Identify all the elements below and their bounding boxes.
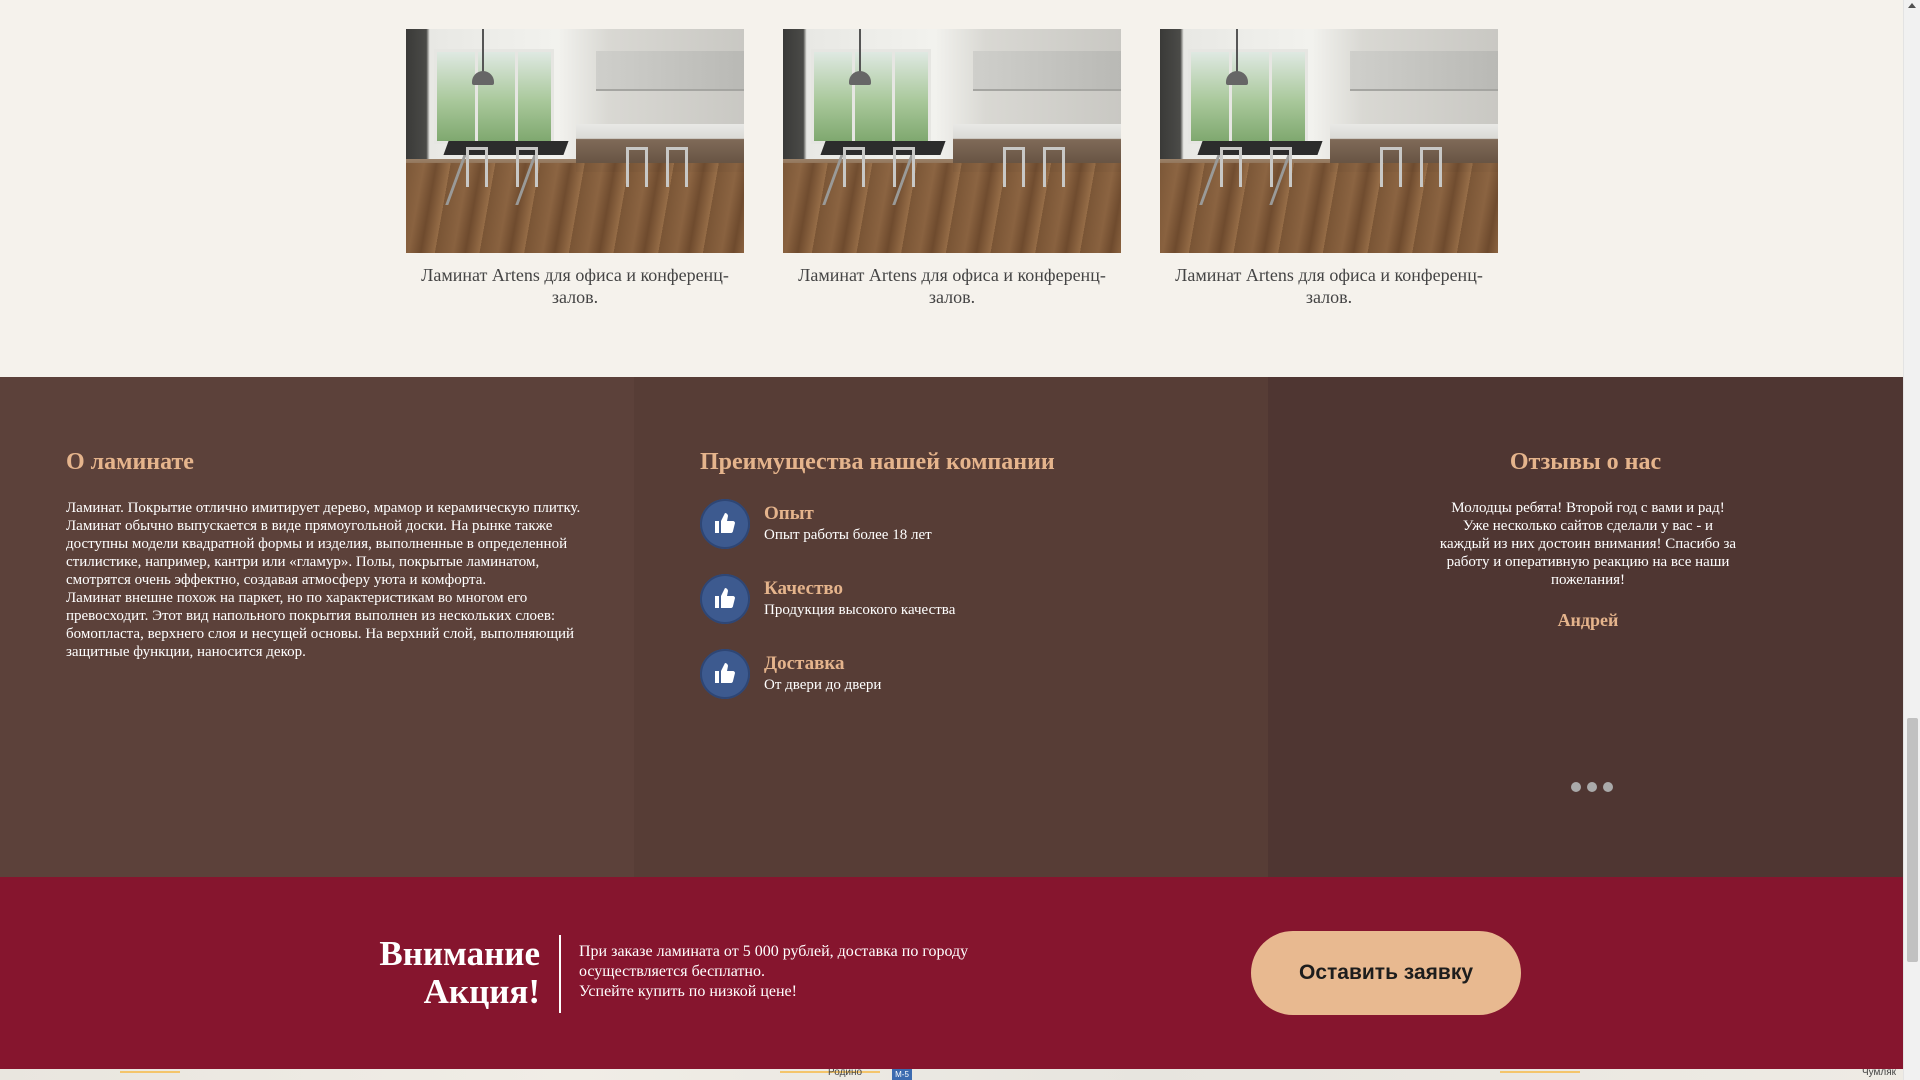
promo-heading: Внимание Акция! (300, 935, 540, 1011)
gallery-card[interactable]: Ламинат Artens для офиса и конференц-зал… (783, 29, 1121, 308)
slider-dot[interactable] (1587, 782, 1597, 792)
kitchen-interior-photo[interactable] (1160, 29, 1498, 253)
page-scrollbar[interactable] (1903, 0, 1920, 1080)
about-column: О ламинате Ламинат. Покрытие отлично ими… (0, 377, 634, 877)
info-section: О ламинате Ламинат. Покрытие отлично ими… (0, 377, 1903, 877)
advantage-item: Доставка От двери до двери (700, 649, 1200, 699)
promo-divider (559, 935, 561, 1013)
map-label: Чумляк (1862, 1069, 1897, 1078)
road-sign: М-5 (892, 1069, 912, 1080)
gallery-caption: Ламинат Artens для офиса и конференц-зал… (1175, 265, 1483, 307)
gallery-section: Ламинат Artens для офиса и конференц-зал… (0, 0, 1903, 377)
map-strip[interactable]: Родино М-5 Чумляк (0, 1069, 1903, 1080)
advantage-text: Продукция высокого качества (764, 602, 956, 618)
about-paragraph: Ламинат. Покрытие отлично имитирует дере… (66, 500, 581, 588)
advantage-text: Опыт работы более 18 лет (764, 527, 932, 543)
gallery-card[interactable]: Ламинат Artens для офиса и конференц-зал… (406, 29, 744, 308)
advantage-text: От двери до двери (764, 677, 882, 693)
map-label: Родино (828, 1069, 863, 1078)
review-text: Молодцы ребята! Второй год с вами и рад!… (1439, 500, 1737, 588)
advantage-title: Доставка (764, 653, 845, 674)
thumbs-up-icon (700, 574, 750, 624)
thumbs-up-icon (700, 649, 750, 699)
gallery-card[interactable]: Ламинат Artens для офиса и конференц-зал… (1160, 29, 1498, 308)
about-title: О ламинате (66, 449, 194, 475)
advantages-title: Преимущества нашей компании (700, 449, 1055, 475)
about-paragraph: Ламинат внешне похож на паркет, но по ха… (66, 590, 575, 660)
promo-text-line: При заказе ламината от 5 000 рублей, дос… (579, 943, 969, 980)
thumbs-up-icon (700, 499, 750, 549)
advantage-item: Качество Продукция высокого качества (700, 574, 1200, 624)
map-road (1500, 1071, 1580, 1073)
kitchen-interior-photo[interactable] (783, 29, 1121, 253)
scrollbar-thumb[interactable] (1907, 718, 1918, 962)
slider-dot[interactable] (1603, 782, 1613, 792)
advantages-column: Преимущества нашей компании Опыт Опыт ра… (634, 377, 1268, 877)
submit-request-button[interactable]: Оставить заявку (1251, 931, 1521, 1015)
reviews-title: Отзывы о нас (1509, 449, 1662, 475)
kitchen-interior-photo[interactable] (406, 29, 744, 253)
advantage-item: Опыт Опыт работы более 18 лет (700, 499, 1200, 549)
promo-text: При заказе ламината от 5 000 рублей, дос… (579, 942, 1019, 1002)
promo-text-line: Успейте купить по низкой цене! (579, 983, 797, 1000)
map-road (120, 1071, 180, 1073)
scroll-up-arrow-icon[interactable] (1908, 3, 1916, 8)
about-text: Ламинат. Покрытие отлично имитирует дере… (66, 499, 596, 661)
slider-dots (1571, 779, 1619, 792)
gallery-caption: Ламинат Artens для офиса и конференц-зал… (421, 265, 729, 307)
promo-heading-line: Акция! (423, 972, 540, 1011)
gallery-caption: Ламинат Artens для офиса и конференц-зал… (798, 265, 1106, 307)
review-author: Андрей (1557, 610, 1619, 630)
advantage-title: Опыт (764, 503, 814, 524)
promo-heading-line: Внимание (379, 934, 540, 973)
advantage-title: Качество (764, 578, 844, 599)
promo-banner: Внимание Акция! При заказе ламината от 5… (0, 877, 1903, 1069)
reviews-column: Отзывы о нас Молодцы ребята! Второй год … (1268, 377, 1903, 877)
slider-dot[interactable] (1571, 782, 1581, 792)
